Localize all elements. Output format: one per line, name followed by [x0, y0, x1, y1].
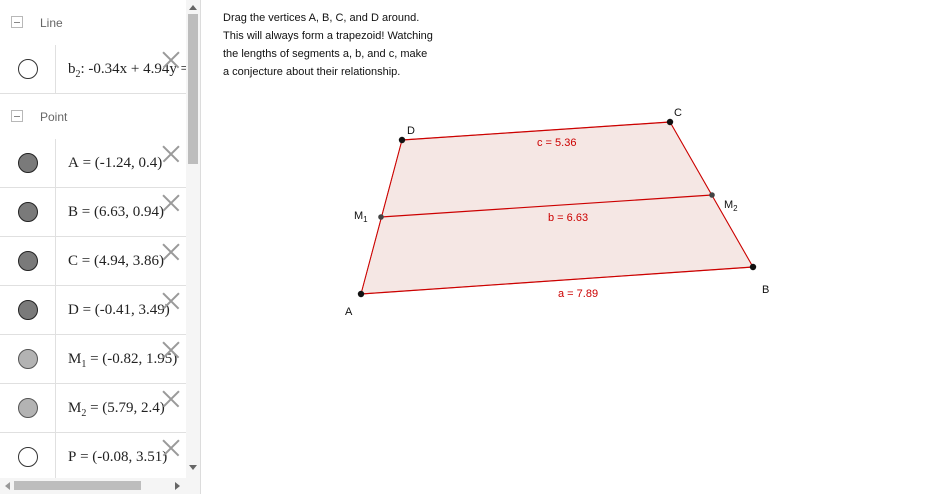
label-subscript: 2 — [733, 204, 738, 213]
construction-canvas[interactable]: c = 5.36 b = 6.63 a = 7.89 A B C D M1 M2 — [207, 0, 930, 494]
point-label-M1: M1 — [354, 210, 368, 224]
point-label-M2: M2 — [724, 199, 738, 213]
delete-icon[interactable] — [162, 194, 180, 212]
delete-icon[interactable] — [162, 390, 180, 408]
horizontal-scrollbar[interactable] — [0, 478, 186, 494]
segment-label-a: a = 7.89 — [558, 288, 598, 300]
delete-icon[interactable] — [162, 439, 180, 457]
point-M1[interactable] — [378, 214, 384, 220]
marble-cell — [0, 237, 56, 285]
marble-cell — [0, 139, 56, 187]
scroll-right-arrow-icon[interactable] — [175, 482, 180, 490]
visibility-toggle[interactable] — [18, 251, 38, 271]
algebra-item-B[interactable]: B = (6.63, 0.94) — [0, 188, 186, 237]
marble-cell — [0, 384, 56, 432]
algebra-item-D[interactable]: D = (-0.41, 3.49) — [0, 286, 186, 335]
segment-label-b: b = 6.63 — [548, 212, 588, 224]
collapse-icon[interactable] — [11, 110, 23, 122]
algebra-item-A[interactable]: A = (-1.24, 0.4) — [0, 139, 186, 188]
marble-cell — [0, 433, 56, 481]
algebra-expression[interactable]: D = (-0.41, 3.49) — [68, 301, 170, 325]
marble-cell — [0, 335, 56, 383]
group-title: Point — [40, 110, 68, 124]
vertical-scrollbar[interactable] — [186, 0, 200, 478]
point-A[interactable] — [357, 290, 365, 298]
delete-icon[interactable] — [162, 243, 180, 261]
collapse-icon[interactable] — [11, 16, 23, 28]
point-B[interactable] — [749, 263, 757, 271]
point-label-C: C — [674, 107, 682, 119]
algebra-expression[interactable]: M2 = (5.79, 2.4) — [68, 399, 165, 423]
segment-label-c: c = 5.36 — [537, 137, 576, 149]
point-label-B: B — [762, 284, 769, 296]
label-name: M — [724, 199, 733, 211]
algebra-item-M2[interactable]: M2 = (5.79, 2.4) — [0, 384, 186, 433]
algebra-item-b2[interactable]: b2: -0.34x + 4.94y = — [0, 45, 189, 94]
visibility-toggle[interactable] — [18, 59, 38, 79]
marble-cell — [0, 286, 56, 334]
algebra-item-C[interactable]: C = (4.94, 3.86) — [0, 237, 186, 286]
delete-icon[interactable] — [162, 145, 180, 163]
group-title: Line — [40, 16, 63, 30]
delete-icon[interactable] — [162, 51, 180, 69]
algebra-view: Line b2: -0.34x + 4.94y = Point A = (-1.… — [0, 0, 201, 494]
label-name: M — [354, 210, 363, 222]
algebra-expression[interactable]: P = (-0.08, 3.51) — [68, 448, 167, 472]
algebra-item-M1[interactable]: M1 = (-0.82, 1.95) — [0, 335, 186, 384]
marble-cell — [0, 45, 56, 93]
group-header-line[interactable]: Line — [0, 0, 186, 47]
visibility-toggle[interactable] — [18, 202, 38, 222]
scroll-down-arrow-icon[interactable] — [189, 465, 197, 470]
algebra-expression[interactable]: M1 = (-0.82, 1.95) — [68, 350, 177, 374]
visibility-toggle[interactable] — [18, 398, 38, 418]
point-C[interactable] — [666, 118, 674, 126]
delete-icon[interactable] — [162, 292, 180, 310]
marble-cell — [0, 188, 56, 236]
point-D[interactable] — [398, 136, 406, 144]
point-M2[interactable] — [709, 192, 715, 198]
scrollbar-thumb[interactable] — [188, 14, 198, 164]
visibility-toggle[interactable] — [18, 300, 38, 320]
visibility-toggle[interactable] — [18, 349, 38, 369]
delete-icon[interactable] — [162, 341, 180, 359]
label-subscript: 1 — [363, 215, 368, 224]
algebra-item-P[interactable]: P = (-0.08, 3.51) — [0, 433, 186, 482]
visibility-toggle[interactable] — [18, 447, 38, 467]
point-label-A: A — [345, 306, 353, 318]
graphics-view[interactable]: Drag the vertices A, B, C, and D around.… — [207, 0, 930, 494]
scrollbar-thumb[interactable] — [14, 481, 141, 490]
algebra-expression[interactable]: A = (-1.24, 0.4) — [68, 154, 162, 178]
group-header-point[interactable]: Point — [0, 94, 186, 141]
algebra-expression[interactable]: B = (6.63, 0.94) — [68, 203, 164, 227]
scrollbar-corner — [186, 478, 200, 494]
algebra-expression[interactable]: C = (4.94, 3.86) — [68, 252, 164, 276]
visibility-toggle[interactable] — [18, 153, 38, 173]
scroll-up-arrow-icon[interactable] — [189, 5, 197, 10]
scroll-left-arrow-icon[interactable] — [5, 482, 10, 490]
point-label-D: D — [407, 125, 415, 137]
